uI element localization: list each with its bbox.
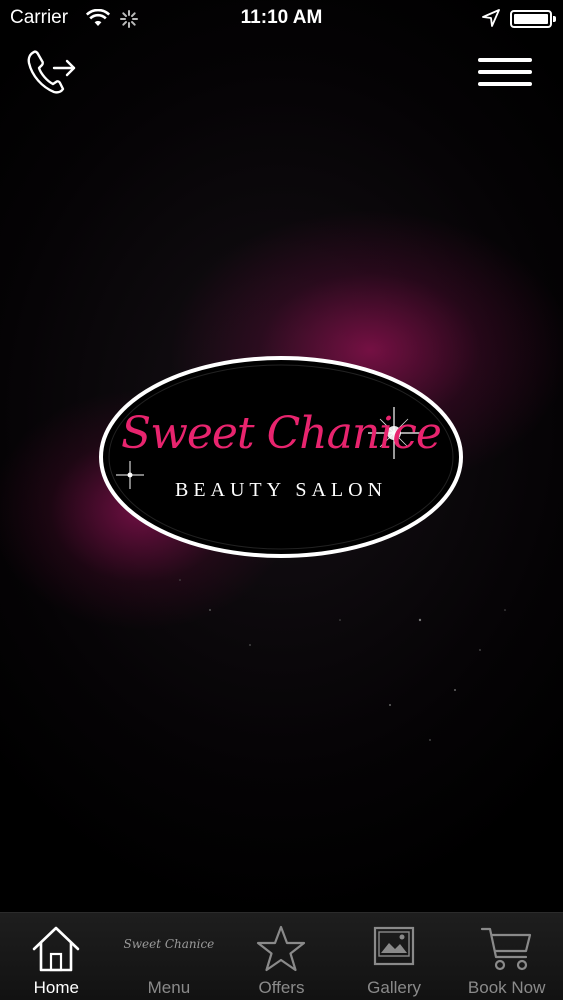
tab-book-now[interactable]: Book Now [450,913,563,1000]
tab-book-now-label: Book Now [467,978,546,997]
star-icon [257,925,306,972]
salon-logo [99,356,463,558]
tab-bar: Home Sweet Chanice Menu Offers Gallery B… [0,912,563,1000]
tab-home-label: Home [33,978,79,997]
sweet-chanice-script-icon: Sweet Chanice [123,937,215,951]
shopping-cart-icon [480,927,531,971]
tab-offers[interactable]: Offers [225,913,338,1000]
hamburger-menu-button[interactable] [478,56,534,88]
location-arrow-icon [482,9,500,27]
call-button[interactable] [24,46,80,98]
home-icon [32,926,80,972]
hamburger-line [478,82,532,86]
tab-offers-label: Offers [258,978,305,997]
tab-gallery[interactable]: Gallery [338,913,451,1000]
battery-icon [510,10,556,28]
logo-subtitle: BEAUTY SALON [174,479,388,501]
tab-gallery-label: Gallery [367,978,421,997]
tab-home[interactable]: Home [0,913,113,1000]
phone-forward-icon [27,50,76,94]
hamburger-line [478,70,532,74]
status-bar: Carrier 11:10 AM [0,0,563,38]
status-time: 11:10 AM [240,7,323,28]
image-icon [373,926,415,966]
app-screen: Carrier 11:10 AM Sweet Chanice BEAUTY SA… [0,0,563,1000]
hamburger-menu-icon [478,58,532,62]
tab-menu[interactable]: Sweet Chanice Menu [113,913,226,1000]
tab-menu-label: Menu [147,978,191,997]
